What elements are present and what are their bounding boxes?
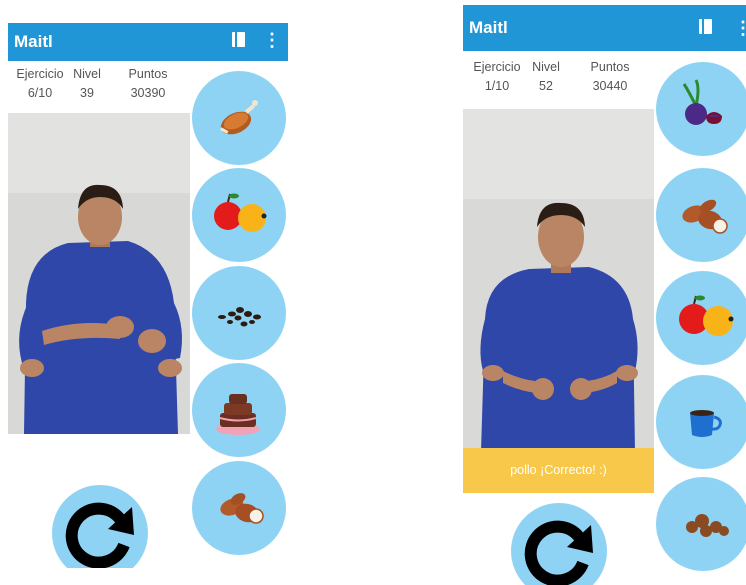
roast-chicken-icon bbox=[220, 100, 258, 135]
feedback-banner: pollo ¡Correcto! :) bbox=[463, 448, 654, 493]
coffee-beans-icon bbox=[218, 307, 261, 327]
choice-sweet-potatoes[interactable] bbox=[192, 461, 286, 555]
choice-coffee-cup[interactable] bbox=[656, 375, 746, 469]
choice-chocolate-cake[interactable] bbox=[192, 363, 286, 457]
choice-roast-chicken[interactable] bbox=[192, 71, 286, 165]
replay-button[interactable] bbox=[511, 503, 607, 585]
app-title: Maitl bbox=[14, 32, 53, 51]
apple-orange-icon bbox=[679, 295, 734, 336]
app-bar: Maitl ⋮ bbox=[8, 23, 288, 61]
apple-orange-icon bbox=[214, 193, 267, 232]
chocolate-cake-icon bbox=[216, 394, 260, 435]
points-value: 30390 bbox=[130, 86, 166, 100]
exercise-stat: Ejercicio 1/10 bbox=[469, 60, 525, 93]
choice-apple-orange[interactable] bbox=[656, 271, 746, 365]
exercise-stat: Ejercicio 6/10 bbox=[12, 67, 68, 100]
sign-video[interactable] bbox=[8, 113, 190, 434]
sweet-potatoes-icon bbox=[682, 199, 728, 234]
exercise-screen-1: Maitl ⋮ Ejercicio 6/10 Nivel 39 Puntos 3… bbox=[8, 23, 288, 568]
replay-icon bbox=[65, 502, 134, 568]
app-bar: Maitl ⋮ bbox=[463, 5, 746, 51]
exercise-value: 6/10 bbox=[27, 86, 53, 100]
choice-apple-orange[interactable] bbox=[192, 168, 286, 262]
choice-sweet-potatoes[interactable] bbox=[656, 168, 746, 262]
dictionary-icon[interactable] bbox=[232, 32, 245, 47]
coffee-cup-icon bbox=[690, 410, 722, 437]
exercise-screen-2: Maitl ⋮ Ejercicio 1/10 Nivel 52 Puntos 3… bbox=[463, 5, 746, 585]
replay-icon bbox=[524, 520, 593, 585]
more-options-icon[interactable]: ⋮ bbox=[734, 17, 746, 39]
choice-beet[interactable] bbox=[656, 62, 746, 156]
beet-icon bbox=[682, 79, 722, 125]
level-stat: Nivel 39 bbox=[70, 67, 104, 100]
points-value: 30440 bbox=[592, 79, 628, 93]
choice-coffee-beans[interactable] bbox=[192, 266, 286, 360]
points-label: Puntos bbox=[128, 67, 168, 81]
replay-button[interactable] bbox=[52, 485, 148, 568]
level-label: Nivel bbox=[532, 60, 560, 74]
exercise-label: Ejercicio bbox=[16, 67, 64, 81]
sweet-potatoes-icon bbox=[220, 493, 264, 524]
level-stat: Nivel 52 bbox=[529, 60, 563, 93]
exercise-label: Ejercicio bbox=[473, 60, 521, 74]
points-stat: Puntos 30390 bbox=[121, 67, 175, 100]
nuts-icon bbox=[686, 514, 729, 537]
choice-nuts[interactable] bbox=[656, 477, 746, 571]
points-stat: Puntos 30440 bbox=[583, 60, 637, 93]
level-value: 39 bbox=[80, 86, 94, 100]
app-title: Maitl bbox=[469, 18, 508, 37]
level-label: Nivel bbox=[73, 67, 101, 81]
level-value: 52 bbox=[539, 79, 553, 93]
dictionary-icon[interactable] bbox=[699, 19, 712, 34]
exercise-value: 1/10 bbox=[484, 79, 510, 93]
more-options-icon[interactable]: ⋮ bbox=[263, 29, 281, 51]
sign-video[interactable] bbox=[463, 109, 654, 452]
points-label: Puntos bbox=[590, 60, 630, 74]
